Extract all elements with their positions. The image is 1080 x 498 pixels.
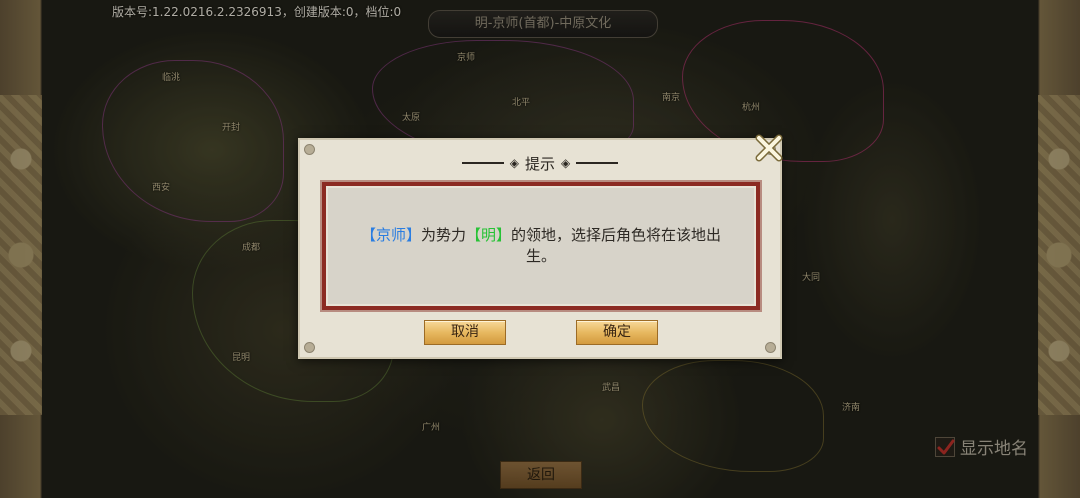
corner-rivet <box>765 342 776 353</box>
dialog-header: ◈ 提示 ◈ <box>300 152 780 174</box>
location-highlight: 【京师】 <box>361 226 421 244</box>
location-name: 京师 <box>375 226 406 244</box>
diamond-ornament-icon: ◈ <box>509 156 519 170</box>
message-part2: 的领地，选择后角色将在该地出生。 <box>511 226 722 265</box>
faction-highlight: 【明】 <box>466 226 511 244</box>
title-rule <box>461 162 504 164</box>
title-rule <box>576 162 619 164</box>
dialog-title: 提示 <box>524 154 555 173</box>
corner-rivet <box>304 342 315 353</box>
bracket-open: 【 <box>360 226 376 244</box>
bracket-open: 【 <box>466 226 482 244</box>
message-box: 【京师】为势力【明】的领地，选择后角色将在该地出生。 <box>320 180 762 312</box>
faction-name: 明 <box>481 226 497 244</box>
message-part1: 为势力 <box>420 226 466 244</box>
diamond-ornament-icon: ◈ <box>561 156 571 170</box>
cancel-button[interactable]: 取消 <box>424 320 506 345</box>
confirm-button[interactable]: 确定 <box>576 320 658 345</box>
close-icon[interactable] <box>752 131 786 165</box>
dialog-message: 【京师】为势力【明】的领地，选择后角色将在该地出生。 <box>346 225 736 267</box>
bracket-close: 】 <box>496 226 512 244</box>
bracket-close: 】 <box>405 226 421 244</box>
prompt-dialog: ◈ 提示 ◈ 【京师】为势力【明】的领地，选择后角色将在该地出生。 取消 确定 <box>298 138 782 359</box>
